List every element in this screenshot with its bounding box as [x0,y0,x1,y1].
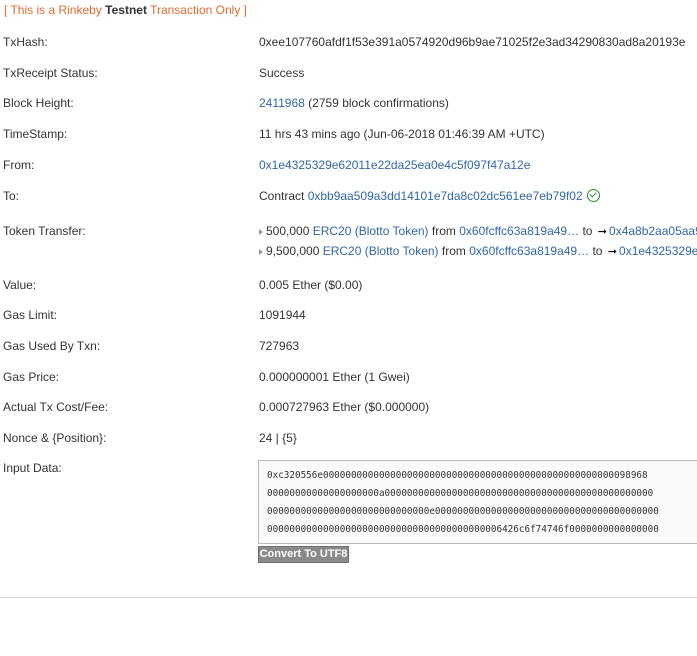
token-link[interactable]: ERC20 (Blotto Token) [323,244,439,258]
block-number-link[interactable]: 2411968 [259,96,305,110]
to-contract-link[interactable]: 0xbb9aa509a3dd14101e7da8c02dc561ee7eb79f… [308,189,583,203]
transfer-to-link[interactable]: 0x4a8b2aa05aa90 [609,224,697,238]
to-prefix: Contract [259,189,308,203]
gas-price-label: Gas Price: [3,370,60,384]
transfer-from-text: from [438,244,470,258]
input-data-line: 00000000000000000000a0000000000000000000… [267,488,654,499]
txhash-value: 0xee107760afdf1f53e391a0574920d96b9ae710… [259,35,686,49]
status-row: TxReceipt Status: Success [0,66,697,97]
nonce-value: 24 | {5} [259,431,297,445]
transfer-from-text: from [428,224,460,238]
gas-price-row: Gas Price: 0.000000001 Ether (1 Gwei) [0,370,697,401]
status-value: Success [259,66,305,80]
triangle-right-icon [259,248,263,255]
input-data-label: Input Data: [3,461,62,475]
block-value: 2411968 (2759 block confirmations) [259,96,449,110]
transfer-to-link[interactable]: 0x1e4325329e6 [619,244,697,258]
input-data-line: 0000000000000000000000000000000000000000… [267,524,659,535]
token-link[interactable]: ERC20 (Blotto Token) [313,224,429,238]
from-label: From: [3,158,35,172]
transfer-amount: 9,500,000 [266,244,323,258]
to-row: To: Contract 0xbb9aa509a3dd14101e7da8c02… [0,189,697,220]
gas-used-value: 727963 [259,339,300,353]
status-label: TxReceipt Status: [3,66,98,80]
footer-divider [0,597,697,598]
fee-row: Actual Tx Cost/Fee: 0.000727963 Ether ($… [0,400,697,431]
check-circle-icon [586,189,600,203]
to-value: Contract 0xbb9aa509a3dd14101e7da8c02dc56… [259,189,600,203]
notice-prefix: [ This is a Rinkeby [4,3,106,17]
fee-value: 0.000727963 Ether ($0.000000) [259,400,430,414]
transfer-from-link[interactable]: 0x60fcffc63a819a49… [469,244,589,258]
value-row: Value: 0.005 Ether ($0.00) [0,278,697,309]
gas-limit-value: 1091944 [259,308,306,322]
input-data-line: 0xc320556e000000000000000000000000000000… [267,470,648,481]
txhash-row: TxHash: 0xee107760afdf1f53e391a0574920d9… [0,35,697,66]
nonce-row: Nonce & {Position}: 24 | {5} [0,431,697,462]
token-transfer-label: Token Transfer: [3,224,86,238]
nonce-label: Nonce & {Position}: [3,431,107,445]
gas-used-row: Gas Used By Txn: 727963 [0,339,697,370]
token-transfer-item: 500,000 ERC20 (Blotto Token) from 0x60fc… [259,224,697,238]
transfer-from-link[interactable]: 0x60fcffc63a819a49… [459,224,579,238]
notice-suffix: Transaction Only ] [146,3,247,17]
triangle-right-icon [259,228,263,235]
input-data-box[interactable]: 0xc320556e000000000000000000000000000000… [258,460,697,544]
gas-limit-label: Gas Limit: [3,308,58,322]
to-label: To: [3,189,20,203]
convert-to-utf8-button[interactable]: Convert To UTF8 [258,546,349,563]
gas-limit-row: Gas Limit: 1091944 [0,308,697,339]
value-label: Value: [3,278,37,292]
right-arrow-icon: ➞ [597,226,608,238]
token-transfer-item: 9,500,000 ERC20 (Blotto Token) from 0x60… [259,244,697,258]
transfer-to-text: to [589,244,606,258]
txhash-label: TxHash: [3,35,48,49]
block-row: Block Height: 2411968 (2759 block confir… [0,96,697,127]
transfer-to-text: to [579,224,596,238]
block-confirmations: (2759 block confirmations) [304,96,449,110]
transfer-amount: 500,000 [266,224,313,238]
input-data-line: 0000000000000000000000000000000000000000… [267,542,653,543]
from-address-link[interactable]: 0x1e4325329e62011e22da25ea0e4c5f097f47a1… [259,158,530,172]
token-transfer-row: Token Transfer: 500,000 ERC20 (Blotto To… [0,224,697,264]
block-label: Block Height: [3,96,74,110]
right-arrow-icon: ➞ [607,246,618,258]
fee-label: Actual Tx Cost/Fee: [3,400,109,414]
testnet-notice: [ This is a Rinkeby Testnet Transaction … [4,3,247,17]
timestamp-value: 11 hrs 43 mins ago (Jun-06-2018 01:46:39… [259,127,545,141]
gas-price-value: 0.000000001 Ether (1 Gwei) [259,370,410,384]
timestamp-row: TimeStamp: 11 hrs 43 mins ago (Jun-06-20… [0,127,697,158]
gas-used-label: Gas Used By Txn: [3,339,101,353]
timestamp-label: TimeStamp: [3,127,68,141]
notice-bold: Testnet [105,3,147,17]
input-data-line: 00000000000000000000000000000e0000000000… [267,506,659,517]
value-value: 0.005 Ether ($0.00) [259,278,363,292]
from-row: From: 0x1e4325329e62011e22da25ea0e4c5f09… [0,158,697,189]
